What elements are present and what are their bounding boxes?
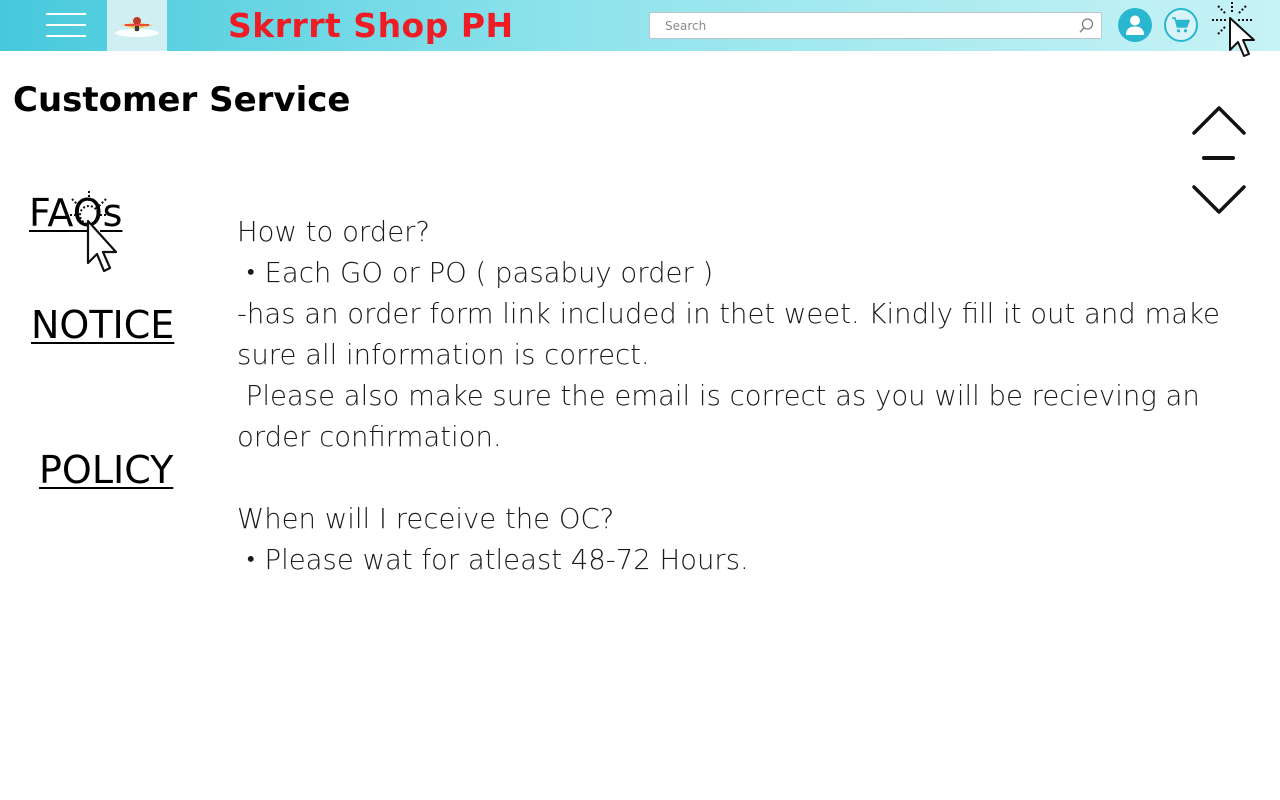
faq-answer-line: ・Please wat for atleast 48-72 Hours. [237, 544, 749, 576]
cart-icon [1172, 17, 1190, 33]
search-icon[interactable] [1078, 17, 1095, 34]
search-bar [649, 12, 1102, 39]
faq-answer-line: Please also make sure the email is corre… [237, 380, 1209, 453]
sidebar-link-notice[interactable]: NOTICE [31, 303, 174, 347]
shop-logo[interactable] [107, 0, 167, 51]
scroll-divider [1202, 156, 1235, 160]
site-header: Skrrrt Shop PH [0, 0, 1280, 51]
page-title: Customer Service [13, 80, 351, 120]
logo-image [115, 16, 159, 37]
sidebar-link-policy[interactable]: POLICY [39, 448, 173, 492]
cursor-pointer-icon [66, 191, 118, 273]
faq-question: When will I receive the OC? [237, 503, 615, 535]
cursor-pointer-icon [1212, 2, 1255, 57]
user-icon [1126, 15, 1144, 35]
faq-content: How to order? ・Each GO or PO ( pasabuy o… [237, 212, 1277, 581]
account-button[interactable] [1118, 8, 1152, 42]
menu-icon[interactable] [46, 13, 86, 39]
faq-answer-line: -has an order form link included in thet… [237, 298, 1220, 371]
brand-name[interactable]: Skrrrt Shop PH [228, 6, 514, 45]
scroll-up-icon[interactable] [1191, 104, 1247, 138]
search-input[interactable] [650, 13, 1070, 38]
cart-button[interactable] [1164, 8, 1198, 42]
faq-answer-line: ・Each GO or PO ( pasabuy order ) [237, 257, 714, 289]
scroll-down-icon[interactable] [1191, 182, 1247, 216]
faq-question: How to order? [237, 216, 431, 248]
